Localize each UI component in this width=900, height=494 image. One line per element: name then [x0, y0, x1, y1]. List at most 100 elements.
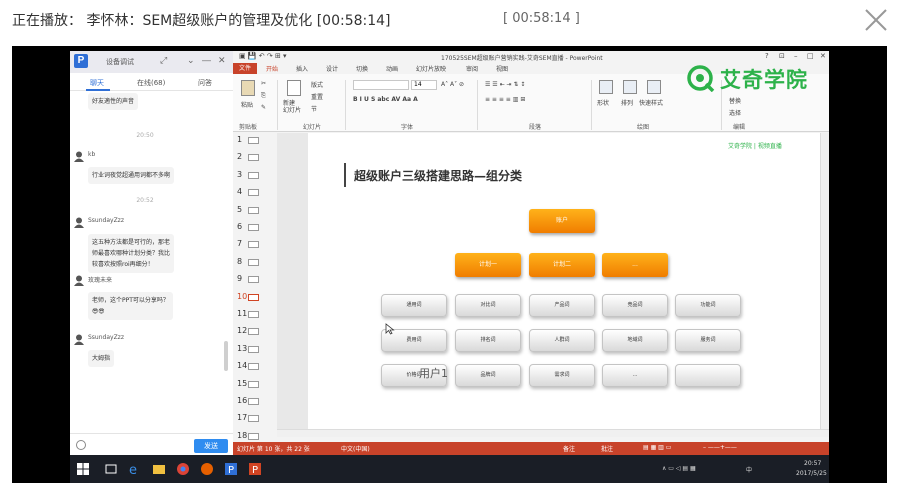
slide-thumbnail[interactable]: [248, 189, 259, 197]
arrange-button[interactable]: 排列: [621, 98, 633, 107]
tab-view[interactable]: 视图: [496, 64, 508, 73]
paste-icon[interactable]: [241, 80, 255, 96]
format-painter-icon[interactable]: ✎: [261, 104, 266, 111]
help-icon[interactable]: ?: [765, 52, 769, 60]
slide-thumbnail-number[interactable]: 15: [237, 379, 247, 388]
slide-thumbnail-number[interactable]: 12: [237, 326, 247, 335]
slide-thumbnail-number[interactable]: 9: [237, 274, 242, 283]
windows-start-icon[interactable]: [76, 462, 90, 476]
slide-thumbnail[interactable]: [248, 137, 259, 144]
shapes-icon[interactable]: [599, 80, 613, 94]
emoji-icon[interactable]: [76, 440, 86, 450]
new-slide-icon[interactable]: [287, 80, 301, 96]
slide-thumbnail-number[interactable]: 6: [237, 222, 242, 231]
minimize-icon[interactable]: –: [794, 52, 798, 60]
quick-styles-button[interactable]: 快速样式: [639, 98, 663, 107]
slide-thumbnail-number[interactable]: 4: [237, 187, 242, 196]
layout-button[interactable]: 版式: [311, 80, 323, 89]
quick-styles-icon[interactable]: [647, 80, 661, 94]
edge-icon[interactable]: e: [128, 462, 142, 476]
video-player[interactable]: P 设备调试 ⤢ ⌄ — ✕ 聊天 在线(68) 问答 好友適性的声音 20:5…: [12, 46, 887, 483]
font-name-select[interactable]: [353, 80, 409, 90]
slide-thumbnail[interactable]: [248, 328, 259, 336]
maximize-icon[interactable]: □: [807, 52, 814, 60]
powerpoint-icon[interactable]: P: [248, 462, 262, 476]
slide-thumbnail-number[interactable]: 5: [237, 205, 242, 214]
chevron-down-icon[interactable]: ⌄: [187, 55, 195, 66]
ribbon-display-icon[interactable]: ⊡: [779, 52, 785, 60]
slide-thumbnail[interactable]: [248, 258, 259, 266]
close-icon[interactable]: ✕: [820, 52, 826, 60]
slide-thumbnail[interactable]: [248, 380, 259, 388]
firefox-icon[interactable]: [200, 462, 214, 476]
language-indicator[interactable]: 中文(中国): [341, 444, 370, 453]
clock-date[interactable]: 2017/5/25: [796, 470, 827, 477]
font-style-buttons[interactable]: B I U S abc AV Aa A: [353, 96, 418, 103]
tab-home[interactable]: 开始: [266, 64, 278, 73]
list-icons[interactable]: ☰ ☰ ⇤ ⇥ ⇅ ↕: [485, 81, 525, 88]
close-icon[interactable]: ✕: [218, 55, 226, 66]
tab-review[interactable]: 审阅: [466, 64, 478, 73]
slide-thumbnail[interactable]: [248, 154, 259, 162]
expand-icon[interactable]: ⤢: [160, 55, 167, 66]
tab-online[interactable]: 在线(68): [137, 78, 165, 88]
clock-time[interactable]: 20:57: [804, 460, 821, 467]
chrome-icon[interactable]: [176, 462, 190, 476]
new-slide-label[interactable]: 新建 幻灯片: [283, 100, 301, 114]
slide-thumbnail[interactable]: [248, 206, 259, 214]
plus-app-icon[interactable]: P: [224, 462, 238, 476]
slide-thumbnail[interactable]: [248, 171, 259, 179]
slide-thumbnails[interactable]: 1 2 3 4 5 6 7 8 9 10 11 12 13 14 15 16 17 18: [233, 133, 275, 440]
slide-thumbnail[interactable]: [248, 311, 259, 318]
cut-icon[interactable]: ✂: [261, 80, 266, 87]
comments-button[interactable]: 批注: [601, 444, 613, 453]
slide[interactable]: 艾奇学院 | 视频直播 超级账户三级搭建思路—组分类 账户 计划一 计划二 ..…: [308, 133, 828, 429]
notes-button[interactable]: 备注: [563, 444, 575, 453]
slide-thumbnail-number[interactable]: 2: [237, 152, 242, 161]
reset-button[interactable]: 重置: [311, 92, 323, 101]
slide-thumbnail-number[interactable]: 18: [237, 431, 247, 440]
tab-file[interactable]: 文件: [233, 63, 257, 74]
slide-thumbnail-number[interactable]: 16: [237, 396, 247, 405]
shapes-button[interactable]: 形状: [597, 98, 609, 107]
ime-indicator[interactable]: 中: [746, 465, 752, 474]
tab-slideshow[interactable]: 幻灯片放映: [416, 64, 446, 73]
vertical-scrollbar[interactable]: [820, 133, 829, 429]
slide-thumbnail[interactable]: [248, 345, 259, 353]
file-explorer-icon[interactable]: [152, 462, 166, 476]
chat-messages[interactable]: 好友適性的声音 20:50 kb 行业词夜觉超通用词都不多啊 20:52 Ssu…: [70, 91, 233, 437]
font-size-select[interactable]: 14: [411, 80, 437, 90]
slide-thumbnail-number[interactable]: 11: [237, 309, 247, 318]
section-button[interactable]: 节: [311, 104, 317, 113]
slide-thumbnail[interactable]: [248, 415, 259, 423]
slide-thumbnail[interactable]: [248, 398, 259, 405]
tab-animations[interactable]: 动画: [386, 64, 398, 73]
view-buttons[interactable]: ▤ ▦ ▥ ▭: [643, 444, 671, 451]
paste-label[interactable]: 粘贴: [241, 100, 253, 109]
quick-access-toolbar[interactable]: ▣ 💾 ↶ ↷ ⊞ ▾: [239, 52, 287, 60]
slide-thumbnail-number[interactable]: 14: [237, 361, 247, 370]
replace-button[interactable]: 替换: [729, 96, 741, 105]
horizontal-scrollbar[interactable]: [277, 429, 829, 437]
send-button[interactable]: 发送: [194, 439, 228, 453]
slide-thumbnail-number[interactable]: 3: [237, 170, 242, 179]
slide-thumbnail[interactable]: [248, 293, 259, 301]
tab-insert[interactable]: 插入: [296, 64, 308, 73]
slide-thumbnail-number[interactable]: 17: [237, 413, 247, 422]
slide-thumbnail-number[interactable]: 7: [237, 239, 242, 248]
select-button[interactable]: 选择: [729, 108, 741, 117]
slide-thumbnail[interactable]: [248, 224, 259, 231]
slide-thumbnail-number[interactable]: 8: [237, 257, 242, 266]
arrange-icon[interactable]: [623, 80, 637, 94]
slide-thumbnail[interactable]: [248, 432, 259, 440]
font-grow-icon[interactable]: A˄ A˅ ⊘: [441, 81, 464, 88]
chat-scrollbar[interactable]: [224, 341, 228, 371]
slide-canvas[interactable]: 艾奇学院 | 视频直播 超级账户三级搭建思路—组分类 账户 计划一 计划二 ..…: [277, 133, 828, 429]
align-icons[interactable]: ≡ ≡ ≡ ≡ ▥ ⊞: [485, 96, 525, 103]
minimize-icon[interactable]: —: [202, 55, 211, 65]
slide-thumbnail[interactable]: [248, 276, 259, 284]
system-tray-icons[interactable]: ∧ ▭ ◁ ▤ ▦: [662, 465, 696, 472]
slide-thumbnail-number[interactable]: 10: [237, 292, 247, 301]
tab-transitions[interactable]: 切换: [356, 64, 368, 73]
copy-icon[interactable]: ⎘: [261, 92, 266, 100]
